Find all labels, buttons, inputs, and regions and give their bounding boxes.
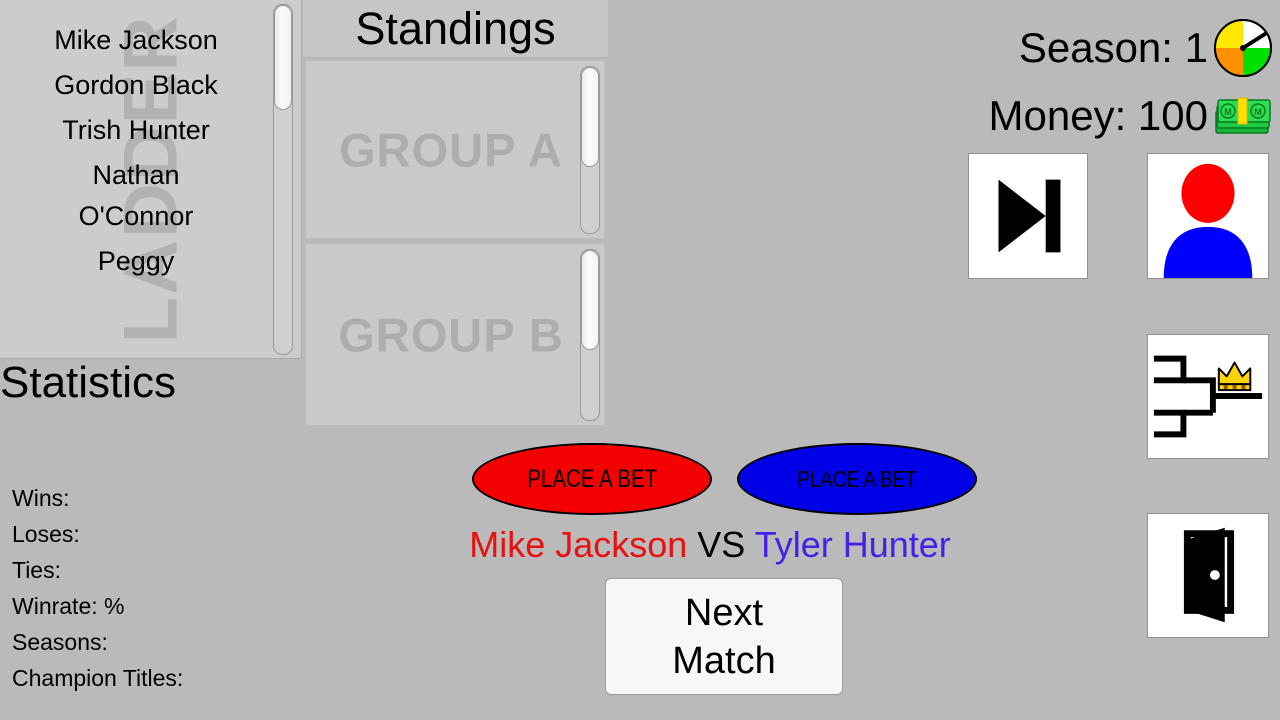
group-b-scrollbar-thumb[interactable] (581, 250, 599, 350)
tournament-bracket-crown-icon (1148, 335, 1268, 458)
match-player-right: Tyler Hunter (754, 524, 951, 565)
season-row: Season: 1 (954, 14, 1274, 82)
stat-ties: Ties: (12, 557, 61, 583)
place-bet-right-button[interactable]: PLACE A BET (737, 443, 977, 515)
hud: Season: 1 Money: 100 M M (954, 14, 1274, 150)
match-versus-line: Mike Jackson VS Tyler Hunter (390, 524, 1030, 566)
profile-button[interactable] (1147, 153, 1269, 279)
svg-text:M: M (1224, 107, 1232, 117)
list-item[interactable]: Trish Hunter (0, 110, 272, 151)
money-row: Money: 100 M M (954, 82, 1274, 150)
money-label: Money: 100 (988, 92, 1208, 139)
money-stack-icon: M M (1212, 91, 1274, 141)
place-bet-left-label: PLACE A BET (527, 464, 657, 493)
season-label: Season: 1 (1018, 24, 1208, 71)
statistics-title: Statistics (0, 360, 177, 407)
statistics-list: Wins: Loses: Ties: Winrate: % Seasons: C… (12, 480, 302, 696)
ladder-player-list[interactable]: Mike Jackson Gordon Black Trish Hunter N… (0, 0, 272, 358)
statistics-panel: Statistics Wins: Loses: Ties: Winrate: %… (0, 360, 302, 720)
stat-winrate: Winrate: % (12, 593, 125, 619)
group-a-scrollbar-thumb[interactable] (581, 67, 599, 167)
svg-text:M: M (1254, 107, 1262, 117)
next-match-button[interactable]: Next Match (605, 578, 843, 695)
group-a-panel[interactable]: GROUP A (305, 60, 605, 239)
stat-seasons: Seasons: (12, 629, 108, 655)
match-player-left: Mike Jackson (469, 524, 688, 565)
group-b-panel[interactable]: GROUP B (305, 243, 605, 426)
skip-forward-icon (969, 154, 1087, 278)
list-item[interactable]: Nathan O'Connor (0, 155, 272, 237)
next-match-label: Next Match (672, 591, 776, 682)
list-item[interactable]: Gordon Black (0, 65, 272, 106)
list-item[interactable]: Peggy (0, 241, 272, 282)
list-item[interactable]: Mike Jackson (0, 20, 272, 61)
bracket-button[interactable] (1147, 334, 1269, 459)
ladder-scrollbar-thumb[interactable] (274, 5, 292, 110)
stat-loses: Loses: (12, 521, 80, 547)
standings-title: Standings (355, 3, 556, 54)
skip-button[interactable] (968, 153, 1088, 279)
clock-pie-icon (1212, 17, 1274, 79)
place-bet-right-label: PLACE A BET (797, 465, 917, 492)
place-bet-left-button[interactable]: PLACE A BET (472, 443, 712, 515)
match-vs-word: VS (687, 524, 755, 565)
stat-champion-titles: Champion Titles: (12, 665, 184, 691)
ladder-panel: LADDER Mike Jackson Gordon Black Trish H… (0, 0, 302, 359)
exit-button[interactable] (1147, 513, 1269, 638)
ladder-scrollbar[interactable] (273, 4, 293, 355)
group-a-scrollbar[interactable] (580, 66, 600, 234)
stat-wins: Wins: (12, 485, 70, 511)
group-b-label: GROUP B (338, 308, 564, 361)
group-b-scrollbar[interactable] (580, 249, 600, 421)
standings-panel: Standings GROUP A GROUP B (303, 0, 608, 428)
exit-door-icon (1148, 514, 1268, 637)
user-avatar-icon (1148, 154, 1268, 278)
group-a-label: GROUP A (339, 123, 563, 176)
